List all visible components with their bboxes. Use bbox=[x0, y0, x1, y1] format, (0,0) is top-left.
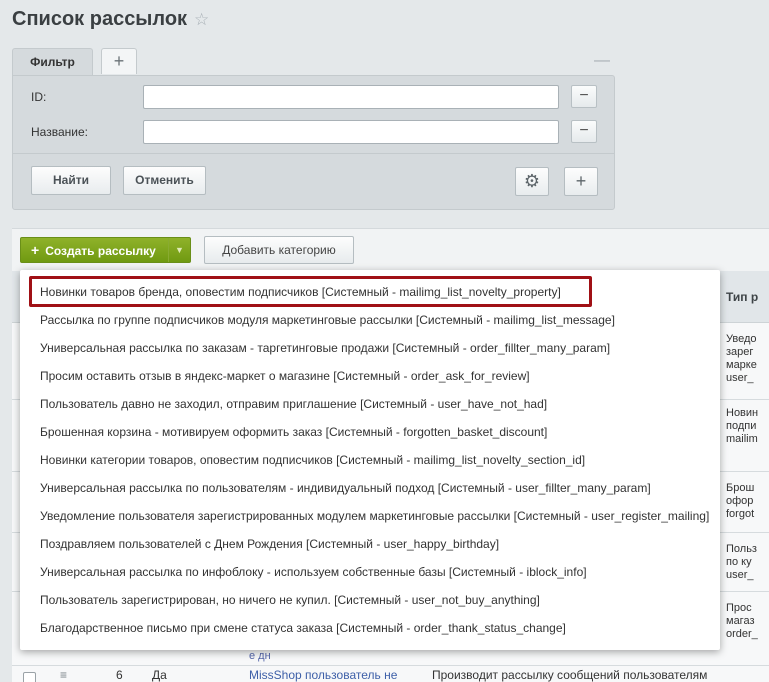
table-cell-type: Новин подпи mailim bbox=[726, 407, 759, 445]
menu-item[interactable]: Новинки товаров бренда, оповестим подпис… bbox=[20, 278, 720, 306]
toolbar: + Создать рассылку ▼ Добавить категорию bbox=[12, 229, 769, 273]
menu-item[interactable]: Поздравляем пользователей с Днем Рождени… bbox=[20, 530, 720, 558]
remove-name-field-button[interactable]: − bbox=[571, 120, 597, 143]
page-title: Список рассылок bbox=[12, 8, 188, 30]
filter-collapse-button[interactable]: — bbox=[594, 52, 610, 70]
settings-button[interactable]: ⚙ bbox=[515, 167, 549, 196]
table-row: ≡ 6 Да MissShop пользователь не Производ… bbox=[12, 666, 769, 682]
name-input[interactable] bbox=[143, 120, 559, 144]
row-id: 6 bbox=[116, 668, 123, 682]
table-cell-type: Прос магаз order_ bbox=[726, 602, 758, 640]
plus-icon: + bbox=[31, 242, 40, 258]
menu-item[interactable]: Уведомление пользователя зарегистрирован… bbox=[20, 502, 720, 530]
table-cell-type: Уведо зарег марке user_ bbox=[726, 333, 757, 384]
menu-item[interactable]: Новинки категории товаров, оповестим под… bbox=[20, 446, 720, 474]
create-mailing-menu: Новинки товаров бренда, оповестим подпис… bbox=[20, 270, 720, 650]
menu-item[interactable]: Пользователь зарегистрирован, но ничего … bbox=[20, 586, 720, 614]
column-header-type[interactable]: Тип р bbox=[726, 290, 758, 304]
row-name-link[interactable]: MissShop пользователь не bbox=[249, 668, 397, 682]
filter-label-id: ID: bbox=[31, 90, 47, 104]
filter-separator bbox=[13, 153, 614, 154]
id-input[interactable] bbox=[143, 85, 559, 109]
table-cell-type: Польз по ку user_ bbox=[726, 543, 757, 581]
menu-item[interactable]: Универсальная рассылка по заказам - тарг… bbox=[20, 334, 720, 362]
menu-item[interactable]: Универсальная рассылка по инфоблоку - ис… bbox=[20, 558, 720, 586]
create-mailing-button[interactable]: + Создать рассылку ▼ bbox=[20, 237, 191, 263]
gear-icon: ⚙ bbox=[523, 171, 541, 191]
chevron-down-icon[interactable]: ▼ bbox=[168, 238, 190, 262]
filter-label-name: Название: bbox=[31, 125, 88, 139]
menu-item[interactable]: Брошенная корзина - мотивируем оформить … bbox=[20, 418, 720, 446]
menu-item[interactable]: Рассылка по группе подписчиков модуля ма… bbox=[20, 306, 720, 334]
menu-item[interactable]: Универсальная рассылка по пользователям … bbox=[20, 474, 720, 502]
row-description: Производит рассылку сообщений пользовате… bbox=[432, 668, 708, 682]
table-cell-type: Брош офор forgot bbox=[726, 482, 755, 520]
tab-filter[interactable]: Фильтр bbox=[12, 48, 93, 76]
row-active: Да bbox=[152, 668, 167, 682]
add-field-button[interactable]: + bbox=[564, 167, 598, 196]
find-button[interactable]: Найти bbox=[31, 166, 111, 195]
create-mailing-label: Создать рассылку bbox=[45, 244, 156, 258]
row-checkbox[interactable] bbox=[23, 672, 36, 682]
add-filter-tab-button[interactable]: + bbox=[101, 48, 137, 74]
star-icon[interactable]: ☆ bbox=[194, 10, 209, 30]
filter-panel: ID: − Название: − Найти Отменить ⚙ + bbox=[12, 75, 615, 210]
menu-item[interactable]: Благодарственное письмо при смене статус… bbox=[20, 614, 720, 642]
table-cell-fragment: е дн bbox=[249, 650, 271, 662]
add-category-button[interactable]: Добавить категорию bbox=[204, 236, 354, 264]
menu-item[interactable]: Пользователь давно не заходил, отправим … bbox=[20, 390, 720, 418]
menu-item[interactable]: Просим оставить отзыв в яндекс-маркет о … bbox=[20, 362, 720, 390]
cancel-button[interactable]: Отменить bbox=[123, 166, 206, 195]
drag-handle-icon[interactable]: ≡ bbox=[60, 668, 67, 682]
remove-id-field-button[interactable]: − bbox=[571, 85, 597, 108]
